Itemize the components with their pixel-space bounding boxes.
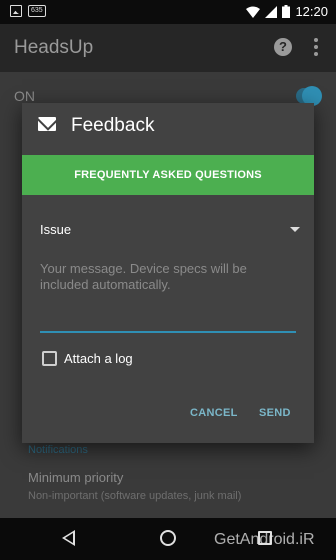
battery-icon — [282, 5, 291, 18]
attach-log-row[interactable]: Attach a log — [42, 350, 182, 368]
issue-selected-value: Issue — [40, 222, 72, 237]
attach-log-label: Attach a log — [64, 351, 133, 366]
wifi-icon — [246, 6, 261, 18]
signal-icon — [265, 5, 278, 18]
faq-button[interactable]: FREQUENTLY ASKED QUESTIONS — [22, 155, 314, 195]
help-icon[interactable]: ? — [274, 38, 292, 56]
back-icon[interactable] — [62, 530, 75, 546]
preference-summary: Non-important (software updates, junk ma… — [28, 490, 242, 502]
notification-badge: 635 — [28, 5, 46, 17]
app-toolbar: HeadsUp ? — [0, 24, 336, 72]
watermark: GetAndroid.iR — [214, 531, 315, 548]
image-notification-icon — [10, 5, 22, 17]
send-button[interactable]: SEND — [259, 407, 291, 419]
issue-dropdown[interactable]: Issue — [38, 219, 302, 241]
master-toggle[interactable] — [296, 86, 322, 106]
message-input[interactable]: Your message. Device specs will be inclu… — [40, 257, 296, 333]
app-title: HeadsUp — [14, 37, 94, 58]
section-header: Notifications — [28, 444, 88, 456]
overflow-menu-icon[interactable] — [314, 38, 318, 56]
dropdown-arrow-icon — [290, 227, 300, 232]
dialog-title: Feedback — [71, 115, 155, 136]
status-bar: 635 12:20 — [0, 0, 336, 24]
cancel-button[interactable]: CANCEL — [190, 407, 238, 419]
mail-icon — [38, 117, 56, 131]
message-placeholder: Your message. Device specs will be inclu… — [40, 261, 247, 292]
clock: 12:20 — [295, 4, 328, 19]
master-switch-label: ON — [14, 88, 35, 104]
dialog-header: Feedback — [22, 103, 314, 151]
home-icon[interactable] — [160, 530, 176, 546]
attach-log-checkbox[interactable] — [42, 351, 57, 366]
feedback-dialog: Feedback FREQUENTLY ASKED QUESTIONS Issu… — [22, 103, 314, 443]
preference-title[interactable]: Minimum priority — [28, 470, 123, 485]
